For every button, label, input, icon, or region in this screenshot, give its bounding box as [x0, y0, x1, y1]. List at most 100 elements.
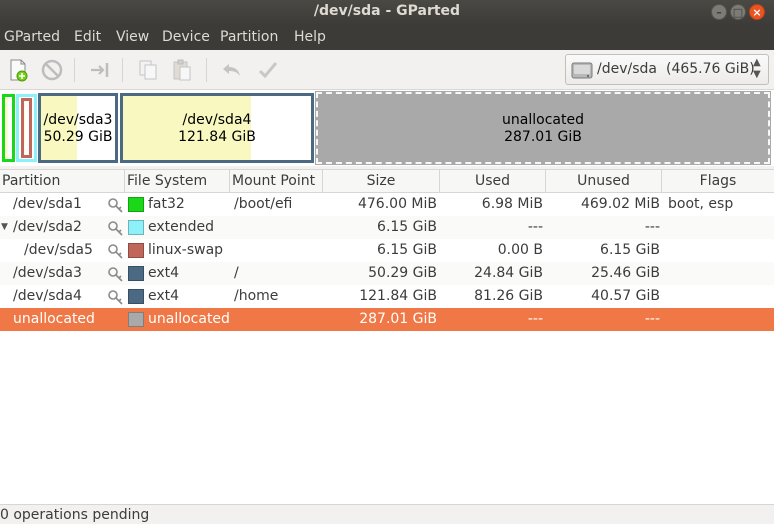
cell-unused: 6.15 GiB — [600, 242, 660, 258]
chevron-updown-icon: ▲ ▼ — [753, 57, 761, 80]
map-partition-sda4[interactable]: /dev/sda4 121.84 GiB — [120, 93, 314, 163]
table-row[interactable]: /dev/sda5 linux-swap 6.15 GiB 0.00 B 6.1… — [0, 239, 774, 262]
status-bar: 0 operations pending — [0, 504, 774, 524]
cell-mount-point: /boot/efi — [234, 196, 293, 212]
expander-arrow-icon[interactable]: ▼ — [1, 216, 8, 239]
undo-icon[interactable] — [220, 58, 244, 82]
new-partition-icon[interactable] — [6, 58, 30, 82]
table-row[interactable]: /dev/sda3 ext4 / 50.29 GiB 24.84 GiB 25.… — [0, 262, 774, 285]
cell-unused: --- — [644, 219, 660, 235]
column-header-unused[interactable]: Unused — [546, 170, 662, 192]
cell-file-system: unallocated — [148, 311, 230, 327]
device-selector[interactable]: /dev/sda (465.76 GiB) ▲ ▼ — [565, 54, 769, 85]
delete-icon[interactable] — [40, 58, 64, 82]
map-unallocated-name: unallocated — [502, 112, 584, 128]
toolbar-separator — [74, 58, 75, 82]
copy-icon[interactable] — [136, 58, 160, 82]
table-row[interactable]: /dev/sda4 ext4 /home 121.84 GiB 81.26 Gi… — [0, 285, 774, 308]
menu-partition[interactable]: Partition — [220, 29, 278, 45]
cell-partition: /dev/sda4 — [13, 288, 82, 304]
apply-icon[interactable] — [256, 58, 280, 82]
cell-size: 6.15 GiB — [377, 219, 437, 235]
table-row[interactable]: ▼ /dev/sda2 extended 6.15 GiB --- --- — [0, 216, 774, 239]
partition-table: /dev/sda1 fat32 /boot/efi 476.00 MiB 6.9… — [0, 193, 774, 504]
cell-partition: unallocated — [13, 311, 95, 327]
status-text: 0 operations pending — [0, 507, 150, 523]
menu-edit[interactable]: Edit — [74, 29, 101, 45]
fs-color-swatch — [128, 289, 144, 304]
menu-bar: GParted Edit View Device Partition Help — [0, 25, 774, 50]
column-header-used[interactable]: Used — [440, 170, 546, 192]
title-bar: /dev/sda - GParted – □ × — [0, 0, 774, 25]
cell-mount-point: /home — [234, 288, 279, 304]
partition-map: /dev/sda3 50.29 GiB /dev/sda4 121.84 GiB… — [0, 90, 774, 166]
device-name: /dev/sda — [597, 61, 657, 77]
mounted-key-icon — [107, 220, 123, 236]
partition-table-header: Partition File System Mount Point Size U… — [0, 169, 774, 193]
column-header-mount-point[interactable]: Mount Point — [230, 170, 323, 192]
map-unallocated[interactable]: unallocated 287.01 GiB — [315, 91, 771, 165]
column-header-flags[interactable]: Flags — [662, 170, 774, 192]
cell-file-system: ext4 — [148, 265, 180, 281]
mounted-key-icon — [107, 243, 123, 259]
cell-partition: /dev/sda2 — [13, 219, 82, 235]
menu-view[interactable]: View — [116, 29, 149, 45]
cell-partition: /dev/sda3 — [13, 265, 82, 281]
cell-size: 6.15 GiB — [377, 242, 437, 258]
resize-move-icon[interactable] — [88, 58, 112, 82]
mounted-key-icon — [107, 197, 123, 213]
cell-file-system: ext4 — [148, 288, 180, 304]
table-row-selected[interactable]: unallocated unallocated 287.01 GiB --- -… — [0, 308, 774, 331]
map-partition-sda2[interactable] — [16, 94, 37, 162]
fs-color-swatch — [128, 312, 144, 327]
map-sda3-name: /dev/sda3 — [43, 112, 113, 128]
menu-device[interactable]: Device — [162, 29, 210, 45]
map-partition-sda1[interactable] — [2, 94, 15, 162]
cell-flags: boot, esp — [668, 196, 734, 212]
toolbar-separator — [206, 58, 207, 82]
cell-size: 476.00 MiB — [357, 196, 437, 212]
column-header-size[interactable]: Size — [323, 170, 440, 192]
cell-used: 0.00 B — [497, 242, 543, 258]
cell-used: 24.84 GiB — [474, 265, 543, 281]
map-sda3-size: 50.29 GiB — [43, 129, 113, 145]
map-partition-sda3[interactable]: /dev/sda3 50.29 GiB — [38, 93, 118, 163]
minimize-button[interactable]: – — [711, 4, 727, 20]
map-unallocated-size: 287.01 GiB — [504, 129, 582, 145]
cell-used: --- — [527, 311, 543, 327]
close-button[interactable]: × — [749, 4, 765, 20]
fs-color-swatch — [128, 266, 144, 281]
menu-gparted[interactable]: GParted — [4, 29, 60, 45]
device-size: (465.76 GiB) — [666, 61, 755, 77]
cell-size: 121.84 GiB — [359, 288, 437, 304]
hard-disk-icon — [571, 59, 593, 81]
toolbar: /dev/sda (465.76 GiB) ▲ ▼ — [0, 50, 774, 90]
cell-partition: /dev/sda5 — [24, 242, 93, 258]
toolbar-separator — [122, 58, 123, 82]
cell-file-system: linux-swap — [148, 242, 224, 258]
fs-color-swatch — [128, 220, 144, 235]
maximize-button[interactable]: □ — [730, 4, 746, 20]
window-title: /dev/sda - GParted — [313, 3, 461, 19]
fs-color-swatch — [128, 243, 144, 258]
map-partition-sda5[interactable] — [21, 98, 32, 158]
cell-unused: 40.57 GiB — [591, 288, 660, 304]
cell-size: 287.01 GiB — [359, 311, 437, 327]
cell-file-system: fat32 — [148, 196, 185, 212]
cell-used: 81.26 GiB — [474, 288, 543, 304]
cell-unused: 469.02 MiB — [580, 196, 660, 212]
table-row[interactable]: /dev/sda1 fat32 /boot/efi 476.00 MiB 6.9… — [0, 193, 774, 216]
cell-used: --- — [527, 219, 543, 235]
cell-partition: /dev/sda1 — [13, 196, 82, 212]
map-sda4-size: 121.84 GiB — [178, 129, 256, 145]
mounted-key-icon — [107, 289, 123, 305]
cell-file-system: extended — [148, 219, 215, 235]
cell-size: 50.29 GiB — [368, 265, 437, 281]
column-header-partition[interactable]: Partition — [0, 170, 125, 192]
column-header-file-system[interactable]: File System — [125, 170, 230, 192]
cell-used: 6.98 MiB — [481, 196, 543, 212]
cell-unused: 25.46 GiB — [591, 265, 660, 281]
cell-unused: --- — [644, 311, 660, 327]
paste-icon[interactable] — [170, 58, 194, 82]
menu-help[interactable]: Help — [294, 29, 326, 45]
